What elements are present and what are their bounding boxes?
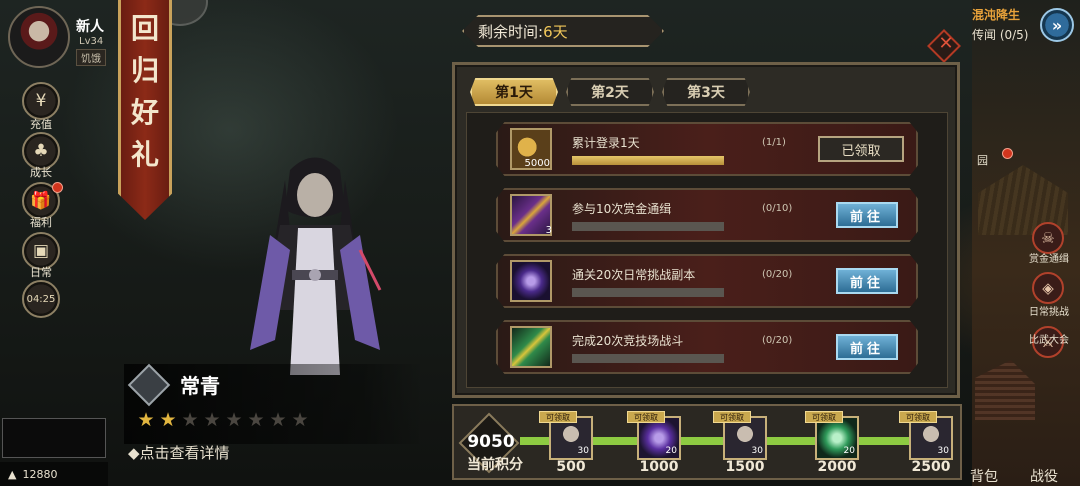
claimable-tag: 可领取 [899,411,937,423]
claimable-tag: 可领取 [627,411,665,423]
currency-value: 12880 [22,467,58,481]
tab-day-1[interactable]: 第1天 [470,78,558,106]
reward-qty: 30 [751,446,763,456]
view-details-link[interactable]: ◆点击查看详情 [128,442,230,463]
remaining-time: 剩余时间:6天 [478,21,568,42]
reward-threshold: 500 [556,459,586,475]
reward-qty: 30 [577,446,589,456]
task-title: 完成20次竞技场战斗 [572,334,684,348]
sidebar-item-recharge[interactable]: 充值 [16,116,66,132]
player-level: Lv34 [79,36,104,47]
sidebar-item-welfare[interactable]: 福利 [16,214,66,230]
task-reward-count: 5000 [524,158,550,169]
go-button[interactable]: 前往 [836,268,898,294]
task-progress-text: (0/10) [762,203,793,214]
task-progress-bar [572,288,724,297]
reward-qty: 20 [843,446,855,456]
task-progress-text: (1/1) [762,137,786,148]
gift-icon: 🎁 [30,191,52,211]
close-icon[interactable]: ✕ [935,33,957,54]
remaining-days: 6天 [543,23,568,41]
points-label: 当前积分 [467,457,523,473]
claimable-tag: 可领取 [805,411,843,423]
bag-button[interactable]: 背包 [970,466,998,486]
task-title: 参与10次赏金通缉 [572,202,672,216]
green-scroll-icon [510,326,552,368]
chest-icon: ▣ [32,241,50,261]
star-empty-icon: ★ [291,409,309,431]
yen-coin-icon: ¥ [35,91,47,111]
character-name: 常青 [180,374,220,398]
reward-qty: 20 [665,446,677,456]
notification-dot [1002,148,1013,159]
sidebar-item-growth[interactable]: 成长 [16,164,66,180]
claimable-tag: 可领取 [713,411,751,423]
currency-bar: ▲ 12880 [0,462,108,486]
player-avatar[interactable] [8,6,70,68]
tree-icon: ♣ [33,141,49,161]
go-button[interactable]: 前往 [836,334,898,360]
task-progress-bar [572,222,724,231]
coin-icon: ▲ [8,467,17,481]
garden-label[interactable]: 园 [977,152,988,168]
daily-challenge-button[interactable]: ◈ [1032,272,1064,304]
claimable-tag: 可领取 [539,411,577,423]
clock-icon: 04:25 [26,293,56,305]
task-title: 通关20次日常挑战副本 [572,268,696,282]
tournament-label[interactable]: 比武大会 [1022,331,1076,346]
task-title: 累计登录1天 [572,136,640,150]
bounty-label[interactable]: 赏金通缉 [1022,250,1076,265]
star-empty-icon: ★ [203,409,221,431]
task-progress-bar [572,354,724,363]
quest-title[interactable]: 混沌降生 [972,6,1042,23]
star-empty-icon: ★ [225,409,243,431]
reward-threshold: 1500 [725,459,765,475]
daily-challenge-label[interactable]: 日常挑战 [1022,303,1076,318]
reward-qty: 30 [937,446,949,456]
task-progress-fill [572,156,724,165]
reward-threshold: 2500 [911,459,951,475]
shield-icon: ◈ [1042,279,1054,297]
task-progress-text: (0/20) [762,269,793,280]
go-button[interactable]: 前往 [836,202,898,228]
star-empty-icon: ★ [269,409,287,431]
tab-day-3[interactable]: 第3天 [662,78,750,106]
reward-threshold: 1000 [639,459,679,475]
banner-title: 回归好礼 [130,12,159,171]
player-status-badge: 饥饿 [76,49,106,66]
tab-day-2[interactable]: 第2天 [566,78,654,106]
task-progress-bar [572,156,724,165]
reward-threshold: 2000 [817,459,857,475]
task-reward-count: 3 [545,225,552,236]
timer-button[interactable]: 04:25 [22,280,60,318]
remaining-time-label: 剩余时间: [478,23,544,41]
star-empty-icon: ★ [247,409,265,431]
sidebar-item-daily[interactable]: 日常 [16,264,66,280]
notification-dot [52,182,63,193]
claimed-button[interactable]: 已领取 [818,136,904,162]
star-empty-icon: ★ [181,409,199,431]
chat-box[interactable] [2,418,106,458]
quest-subtitle[interactable]: 传闻 (0/5) [972,26,1050,43]
campaign-button[interactable]: 战役 [1030,466,1058,486]
player-name: 新人 [76,19,104,35]
points-value: 9050 [467,432,515,452]
task-progress-text: (0/20) [762,335,793,346]
recharge-button[interactable]: ¥ [22,82,60,120]
star-filled-icon: ★ [137,409,155,431]
chevron-right-icon[interactable]: » [1040,8,1074,42]
skull-icon: ☠ [1041,229,1055,247]
star-filled-icon: ★ [159,409,177,431]
purple-crystal-icon [510,260,552,302]
character-info-panel [124,364,424,444]
character-illustration [250,157,382,375]
